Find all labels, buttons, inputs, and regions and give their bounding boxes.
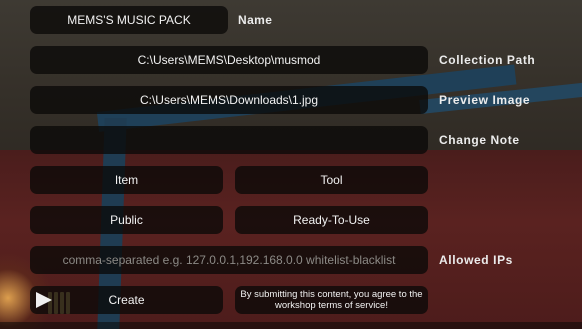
play-icon[interactable]	[33, 290, 55, 310]
name-label: Name	[238, 13, 273, 27]
allowed-ips-placeholder: comma-separated e.g. 127.0.0.1,192.168.0…	[62, 253, 396, 267]
preview-image-input[interactable]: C:\Users\MEMS\Downloads\1.jpg	[30, 86, 428, 114]
terms-notice-text: By submitting this content, you agree to…	[240, 289, 423, 311]
preview-image-value: C:\Users\MEMS\Downloads\1.jpg	[139, 93, 319, 107]
type-button[interactable]: Item	[30, 166, 223, 194]
allowed-ips-input[interactable]: comma-separated e.g. 127.0.0.1,192.168.0…	[30, 246, 428, 274]
collection-path-label: Collection Path	[439, 53, 536, 67]
change-note-input[interactable]	[30, 126, 428, 154]
preview-image-label: Preview Image	[439, 93, 531, 107]
type-button-label: Item	[114, 173, 139, 187]
terms-notice: By submitting this content, you agree to…	[235, 286, 428, 314]
category-button-label: Tool	[320, 173, 343, 187]
bottom-bar	[0, 322, 582, 329]
name-input[interactable]: MEMS'S MUSIC PACK	[30, 6, 228, 34]
allowed-ips-label: Allowed IPs	[439, 253, 513, 267]
collection-path-input[interactable]: C:\Users\MEMS\Desktop\musmod	[30, 46, 428, 74]
category-button[interactable]: Tool	[235, 166, 428, 194]
create-button-label: Create	[108, 293, 145, 307]
name-value: MEMS'S MUSIC PACK	[67, 13, 191, 27]
status-button-label: Ready-To-Use	[293, 213, 370, 227]
create-button[interactable]: Create	[30, 286, 223, 314]
collection-path-value: C:\Users\MEMS\Desktop\musmod	[137, 53, 321, 67]
visibility-button-label: Public	[110, 213, 143, 227]
visibility-button[interactable]: Public	[30, 206, 223, 234]
status-button[interactable]: Ready-To-Use	[235, 206, 428, 234]
change-note-label: Change Note	[439, 133, 520, 147]
